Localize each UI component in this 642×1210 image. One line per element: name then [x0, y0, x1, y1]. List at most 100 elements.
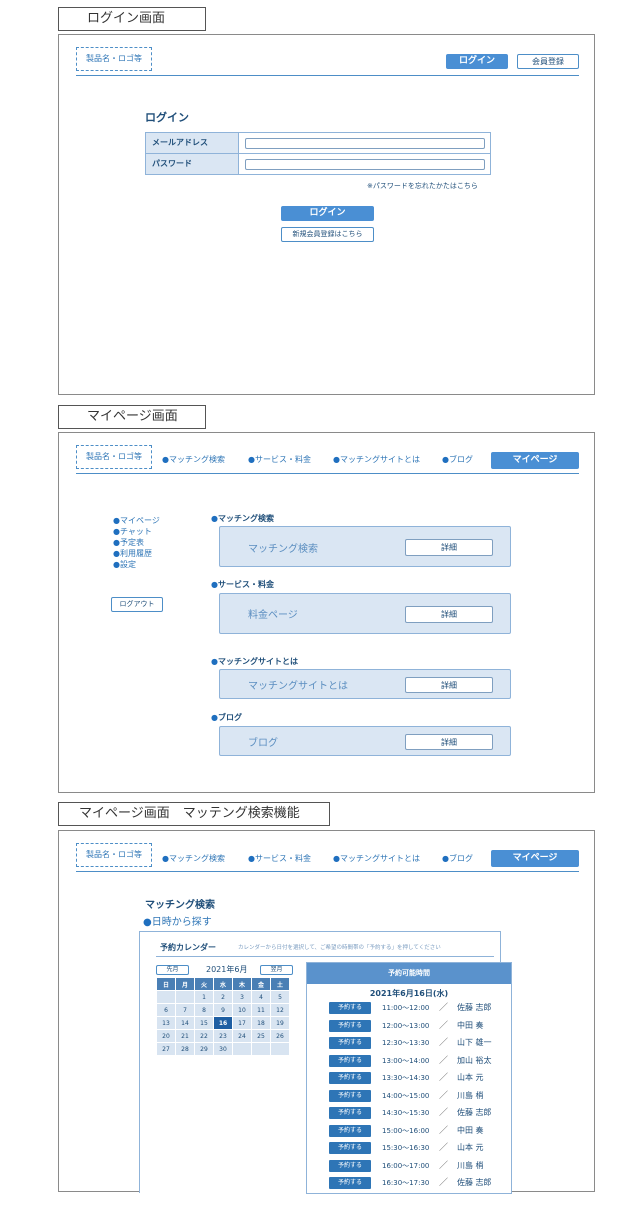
week-row: 13 14 15 16 17 18 19: [156, 1016, 290, 1030]
nav-label: マッチング検索: [168, 854, 225, 863]
bullet-icon: ●: [248, 854, 255, 863]
reserve-button[interactable]: 予約する: [329, 1072, 371, 1084]
slot-row: 予約する 12:00～13:00 ／ 中田 奏: [307, 1019, 511, 1033]
nav-blog[interactable]: ●ブログ: [442, 454, 473, 465]
day-cell[interactable]: 24: [232, 1029, 252, 1043]
bullet-icon: ●: [333, 455, 340, 464]
header-register-button[interactable]: 会員登録: [517, 54, 579, 69]
day-cell[interactable]: 12: [270, 1003, 290, 1017]
day-cell[interactable]: 11: [251, 1003, 271, 1017]
day-cell[interactable]: 2: [213, 990, 233, 1004]
header-mypage-button[interactable]: マイページ: [491, 850, 579, 867]
day-cell[interactable]: 26: [270, 1029, 290, 1043]
day-cell[interactable]: 8: [194, 1003, 214, 1017]
nav-service-pricing[interactable]: ●サービス・料金: [248, 454, 311, 465]
prev-month-button[interactable]: 先月: [156, 965, 189, 975]
day-cell[interactable]: 7: [175, 1003, 195, 1017]
side-menu-mypage[interactable]: ●マイページ: [113, 515, 160, 526]
forgot-password-link[interactable]: ※パスワードを忘れたかたはこちら: [367, 181, 478, 191]
detail-button[interactable]: 詳細: [405, 734, 493, 750]
slot-person-name: 山本 元: [457, 1143, 484, 1152]
pricing-card: 料金ページ 詳細: [219, 593, 511, 634]
day-cell[interactable]: 20: [156, 1029, 176, 1043]
reserve-button[interactable]: 予約する: [329, 1124, 371, 1137]
email-label: メールアドレス: [145, 132, 239, 154]
day-cell[interactable]: 28: [175, 1042, 195, 1056]
reserve-button[interactable]: 予約する: [329, 1142, 371, 1154]
calendar-hint: カレンダーから日付を選択して、ご希望の時間帯の「予約する」を押してください: [238, 945, 441, 951]
detail-button[interactable]: 詳細: [405, 606, 493, 623]
day-cell[interactable]: 29: [194, 1042, 214, 1056]
reserve-button[interactable]: 予約する: [329, 1019, 371, 1032]
slot-person-name: 佐藤 志郎: [457, 1108, 492, 1117]
nav-matching-search[interactable]: ●マッチング検索: [162, 853, 225, 864]
card-heading-about: ●マッチングサイトとは: [211, 657, 298, 666]
side-menu-schedule[interactable]: ●予定表: [113, 537, 144, 548]
reserve-button[interactable]: 予約する: [329, 1177, 371, 1189]
slot-time: 12:30～13:30: [382, 1039, 430, 1047]
next-month-button[interactable]: 翌月: [260, 965, 293, 975]
availability-date: 2021年6月16日(水): [369, 989, 449, 998]
signup-link-button[interactable]: 新規会員登録はこちら: [281, 227, 374, 242]
slot-row: 予約する 14:30～15:30 ／ 佐藤 志郎: [307, 1107, 511, 1120]
calendar-title: 予約カレンダー: [160, 943, 216, 952]
day-cell: [251, 1042, 271, 1056]
day-cell[interactable]: 13: [156, 1016, 176, 1030]
login-submit-button[interactable]: ログイン: [281, 206, 374, 221]
day-cell[interactable]: 22: [194, 1029, 214, 1043]
detail-button[interactable]: 詳細: [405, 539, 493, 556]
nav-about-site[interactable]: ●マッチングサイトとは: [333, 853, 420, 864]
search-subheading: ●日時から探す: [143, 917, 212, 928]
day-cell[interactable]: 5: [270, 990, 290, 1004]
login-heading: ログイン: [145, 111, 189, 124]
side-menu-history[interactable]: ●利用履歴: [113, 548, 152, 559]
slot-separator: ／: [439, 1160, 449, 1171]
header-mypage-button[interactable]: マイページ: [491, 452, 579, 469]
day-cell[interactable]: 6: [156, 1003, 176, 1017]
logout-button[interactable]: ログアウト: [111, 597, 163, 612]
reserve-button[interactable]: 予約する: [329, 1054, 371, 1067]
day-cell[interactable]: 18: [251, 1016, 271, 1030]
slot-row: 予約する 13:30～14:30 ／ 山本 元: [307, 1072, 511, 1085]
reserve-button[interactable]: 予約する: [329, 1002, 371, 1014]
bullet-icon: ●: [442, 854, 449, 863]
day-cell[interactable]: 14: [175, 1016, 195, 1030]
day-cell[interactable]: 17: [232, 1016, 252, 1030]
email-field[interactable]: [245, 138, 485, 149]
slot-time: 11:00～12:00: [382, 1004, 430, 1012]
slot-person-name: 加山 裕太: [457, 1055, 492, 1065]
day-cell[interactable]: 10: [232, 1003, 252, 1017]
header-login-button[interactable]: ログイン: [446, 54, 508, 69]
side-menu-settings[interactable]: ●設定: [113, 559, 136, 570]
day-cell[interactable]: 15: [194, 1016, 214, 1030]
nav-matching-search[interactable]: ●マッチング検索: [162, 454, 225, 465]
header-divider: [76, 75, 579, 76]
day-cell[interactable]: 1: [194, 990, 214, 1004]
day-cell[interactable]: 3: [232, 990, 252, 1004]
day-cell[interactable]: 30: [213, 1042, 233, 1056]
card-heading-blog: ●ブログ: [211, 713, 242, 722]
about-card: マッチングサイトとは 詳細: [219, 669, 511, 699]
detail-button[interactable]: 詳細: [405, 677, 493, 693]
reserve-button[interactable]: 予約する: [329, 1159, 371, 1172]
day-cell[interactable]: 4: [251, 990, 271, 1004]
slot-separator: ／: [439, 1178, 449, 1188]
nav-about-site[interactable]: ●マッチングサイトとは: [333, 454, 420, 465]
reserve-button[interactable]: 予約する: [329, 1089, 371, 1102]
nav-service-pricing[interactable]: ●サービス・料金: [248, 853, 311, 864]
slot-time: 16:00～17:00: [382, 1161, 430, 1170]
bullet-icon: ●: [333, 854, 340, 863]
reserve-button[interactable]: 予約する: [329, 1107, 371, 1119]
reserve-button[interactable]: 予約する: [329, 1037, 371, 1049]
nav-blog[interactable]: ●ブログ: [442, 853, 473, 864]
side-menu-chat[interactable]: ●チャット: [113, 526, 152, 537]
day-cell[interactable]: 21: [175, 1029, 195, 1043]
day-cell[interactable]: 25: [251, 1029, 271, 1043]
day-cell[interactable]: 27: [156, 1042, 176, 1056]
selected-day-cell[interactable]: 16: [213, 1016, 233, 1030]
day-cell[interactable]: 9: [213, 1003, 233, 1017]
slot-row: 予約する 15:00～16:00 ／ 中田 奏: [307, 1124, 511, 1138]
day-cell[interactable]: 19: [270, 1016, 290, 1030]
day-cell[interactable]: 23: [213, 1029, 233, 1043]
password-field[interactable]: [245, 159, 485, 170]
